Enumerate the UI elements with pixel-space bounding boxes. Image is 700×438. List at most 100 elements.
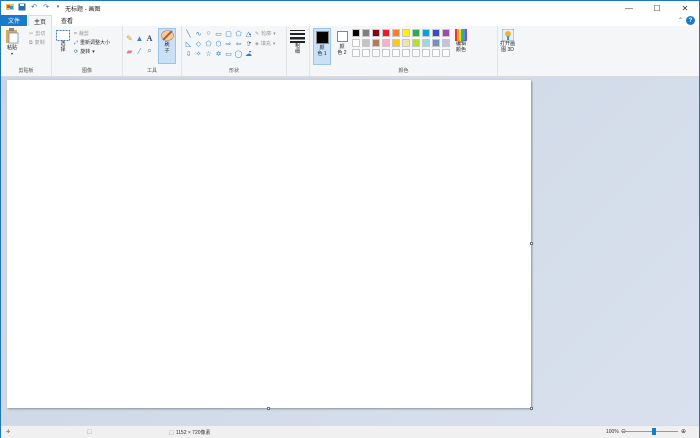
copy-button[interactable]: ⧉ 复制 xyxy=(29,39,45,47)
brushes-button[interactable]: 刷 子 xyxy=(158,28,176,64)
size-button[interactable]: 粗 细 xyxy=(290,29,305,55)
hexagon-shape-icon[interactable]: ⬡ xyxy=(214,39,223,48)
color-swatch[interactable] xyxy=(372,29,380,37)
help-icon[interactable]: ? xyxy=(686,16,695,25)
crop-button[interactable]: ⌗ 裁剪 xyxy=(74,30,89,38)
color-swatch[interactable] xyxy=(362,29,370,37)
color2-button[interactable]: 颜 色 2 xyxy=(334,28,350,65)
shapes-scroll[interactable]: ▴ ▾ ▾ xyxy=(249,29,251,56)
color-swatch[interactable] xyxy=(442,39,450,47)
shapes-group-label: 形状 xyxy=(228,68,239,74)
tab-file[interactable]: 文件 xyxy=(1,15,27,26)
drawing-canvas[interactable] xyxy=(7,80,531,408)
color-swatch[interactable] xyxy=(442,29,450,37)
copy-label: 复制 xyxy=(34,40,45,46)
line-shape-icon[interactable]: ╲ xyxy=(184,29,193,38)
callout-oval-shape-icon[interactable]: ◯ xyxy=(234,49,243,58)
right-triangle-shape-icon[interactable]: ◺ xyxy=(184,39,193,48)
collapse-ribbon-icon[interactable]: ⌃ xyxy=(678,17,683,24)
oval-shape-icon[interactable]: ○ xyxy=(204,29,213,38)
color-swatch[interactable] xyxy=(412,49,420,57)
fill-bucket-icon[interactable]: ▲ xyxy=(135,32,144,44)
five-point-star-shape-icon[interactable]: ☆ xyxy=(204,49,213,58)
canvas-size-label: 1152 × 720像素 xyxy=(175,430,211,436)
resize-icon: ⤢ xyxy=(74,39,79,46)
callout-rect-shape-icon[interactable]: ▭ xyxy=(224,49,233,58)
pencil-icon[interactable]: ✎ xyxy=(125,32,134,44)
color-swatch[interactable] xyxy=(392,49,400,57)
zoom-slider-track[interactable] xyxy=(624,431,678,432)
redo-icon[interactable]: ↷ xyxy=(42,3,50,11)
color-swatch[interactable] xyxy=(422,29,430,37)
shapes-gallery[interactable]: ╲ ∿ ○ ▭ ▢ ⬠ △ ◺ ◇ ⬠ ⬡ ⇨ ⇦ ⇧ ⇩ ✧ ☆ ✡ ▭ ◯ xyxy=(184,29,253,58)
four-point-star-shape-icon[interactable]: ✧ xyxy=(194,49,203,58)
right-arrow-shape-icon[interactable]: ⇨ xyxy=(224,39,233,48)
edit-colors-button[interactable]: 编辑 颜色 xyxy=(455,29,467,53)
close-button[interactable]: ✕ xyxy=(671,1,699,15)
color-swatch[interactable] xyxy=(422,39,430,47)
six-point-star-shape-icon[interactable]: ✡ xyxy=(214,49,223,58)
color-swatch[interactable] xyxy=(382,49,390,57)
color-picker-icon[interactable]: ⁄ xyxy=(135,45,144,57)
color1-button[interactable]: 颜 色 1 xyxy=(313,28,331,65)
outline-button[interactable]: ✎ 轮廓 ▾ xyxy=(255,30,276,38)
maximize-button[interactable]: ☐ xyxy=(643,1,671,15)
color-swatch[interactable] xyxy=(372,39,380,47)
select-button[interactable]: 选 择 xyxy=(56,30,70,53)
color-swatch[interactable] xyxy=(372,49,380,57)
resize-handle-corner[interactable] xyxy=(530,407,533,410)
magnifier-icon[interactable]: ⌕ xyxy=(145,45,154,57)
down-arrow-shape-icon[interactable]: ⇩ xyxy=(184,49,193,58)
zoom-in-icon[interactable]: ⊕ xyxy=(681,428,686,435)
curve-shape-icon[interactable]: ∿ xyxy=(194,29,203,38)
color-swatch[interactable] xyxy=(392,39,400,47)
minimize-button[interactable]: — xyxy=(615,1,643,15)
color-swatch[interactable] xyxy=(412,29,420,37)
color-palette[interactable] xyxy=(352,29,451,58)
canvas-workspace[interactable] xyxy=(1,77,699,425)
color-swatch[interactable] xyxy=(432,29,440,37)
save-icon[interactable] xyxy=(18,3,26,11)
resize-button[interactable]: ⤢ 重新调整大小 xyxy=(74,39,111,47)
eraser-icon[interactable]: ▰ xyxy=(125,45,134,57)
color-swatch[interactable] xyxy=(352,29,360,37)
color-swatch[interactable] xyxy=(382,29,390,37)
text-icon[interactable]: A xyxy=(145,32,154,44)
color-swatch[interactable] xyxy=(362,39,370,47)
resize-handle-right[interactable] xyxy=(530,242,533,245)
rotate-button[interactable]: ⟳ 旋转 ▾ xyxy=(74,48,95,56)
tab-view[interactable]: 查看 xyxy=(56,15,78,26)
color-swatch[interactable] xyxy=(382,39,390,47)
paste-button[interactable]: 粘贴 ▾ xyxy=(5,28,19,56)
open-paint3d-button[interactable]: 打开画 图 3D xyxy=(500,29,515,53)
left-arrow-shape-icon[interactable]: ⇦ xyxy=(234,39,243,48)
color-swatch[interactable] xyxy=(362,49,370,57)
zoom-slider-thumb[interactable] xyxy=(652,428,656,435)
polygon-shape-icon[interactable]: ⬠ xyxy=(234,29,243,38)
undo-icon[interactable]: ↶ xyxy=(30,3,38,11)
color-swatch[interactable] xyxy=(402,39,410,47)
paste-label: 粘贴 xyxy=(6,45,17,51)
color-swatch[interactable] xyxy=(402,49,410,57)
color-swatch[interactable] xyxy=(352,39,360,47)
color-swatch[interactable] xyxy=(392,29,400,37)
color-swatch[interactable] xyxy=(352,49,360,57)
cut-button[interactable]: ✂ 剪切 xyxy=(29,30,45,38)
resize-label: 重新调整大小 xyxy=(80,40,111,46)
rounded-rectangle-shape-icon[interactable]: ▢ xyxy=(224,29,233,38)
colors-group: 颜 色 1 颜 色 2 编辑 颜色 颜色 xyxy=(310,26,498,76)
color-swatch[interactable] xyxy=(432,49,440,57)
customize-qat-icon[interactable]: ▾ xyxy=(54,3,62,11)
diamond-shape-icon[interactable]: ◇ xyxy=(194,39,203,48)
fill-button[interactable]: ◈ 填充 ▾ xyxy=(255,40,275,48)
rectangle-shape-icon[interactable]: ▭ xyxy=(214,29,223,38)
color-swatch[interactable] xyxy=(442,49,450,57)
cursor-position-icon: ✛ xyxy=(6,429,11,435)
tab-home[interactable]: 主页 xyxy=(28,15,52,26)
color-swatch[interactable] xyxy=(422,49,430,57)
pentagon-shape-icon[interactable]: ⬠ xyxy=(204,39,213,48)
color-swatch[interactable] xyxy=(402,29,410,37)
color-swatch[interactable] xyxy=(412,39,420,47)
color-swatch[interactable] xyxy=(432,39,440,47)
resize-handle-bottom[interactable] xyxy=(267,407,270,410)
